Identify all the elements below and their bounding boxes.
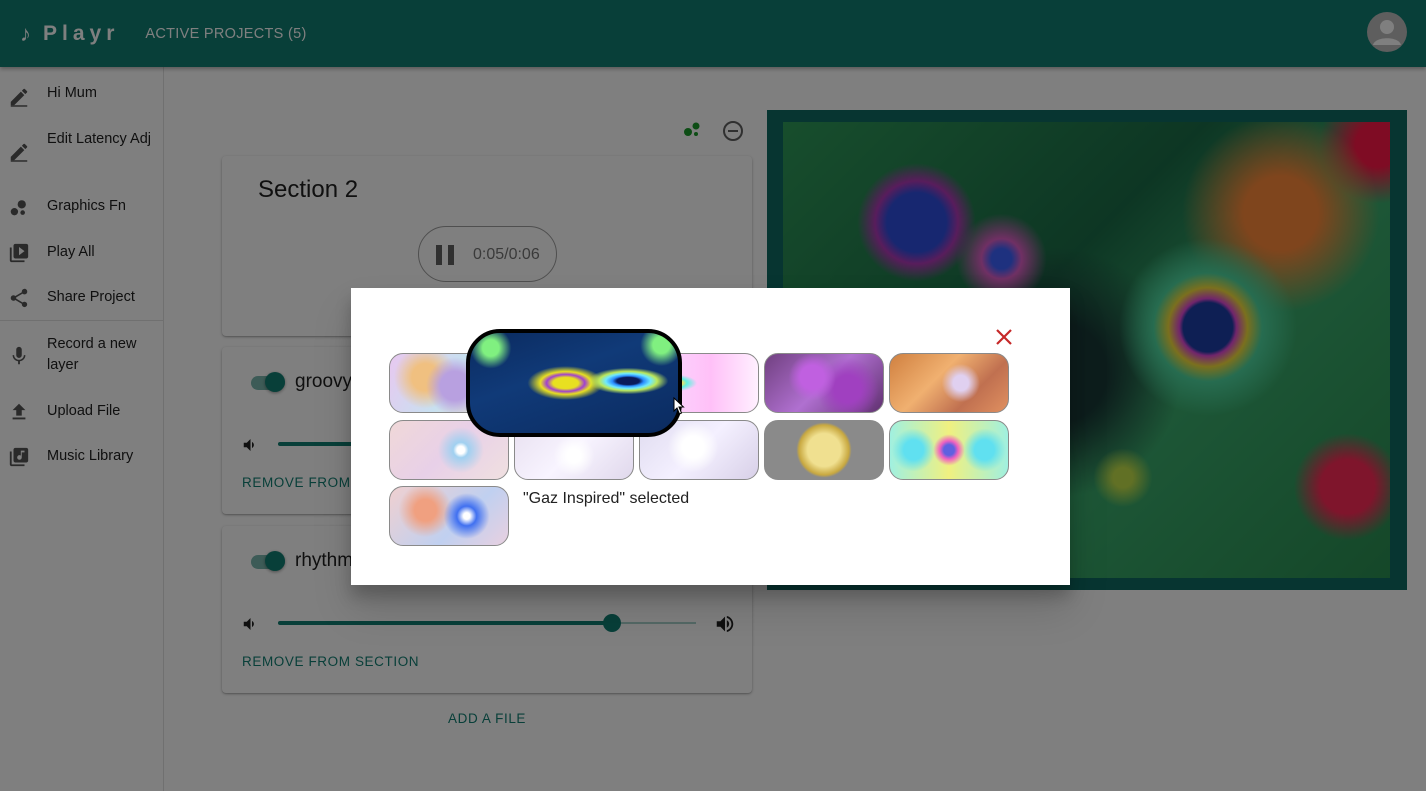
graphic-thumbnail[interactable] xyxy=(889,353,1009,413)
graphic-thumbnail[interactable] xyxy=(764,420,884,480)
graphic-thumbnail[interactable] xyxy=(764,353,884,413)
graphics-picker-dialog: "Gaz Inspired" selected xyxy=(351,288,1070,585)
graphic-thumbnail[interactable] xyxy=(889,420,1009,480)
selection-status: "Gaz Inspired" selected xyxy=(523,490,690,507)
close-icon[interactable] xyxy=(994,327,1014,347)
graphic-thumbnail[interactable] xyxy=(389,486,509,546)
graphic-thumbnail-selected[interactable] xyxy=(466,329,682,437)
mouse-cursor-icon xyxy=(673,397,685,415)
